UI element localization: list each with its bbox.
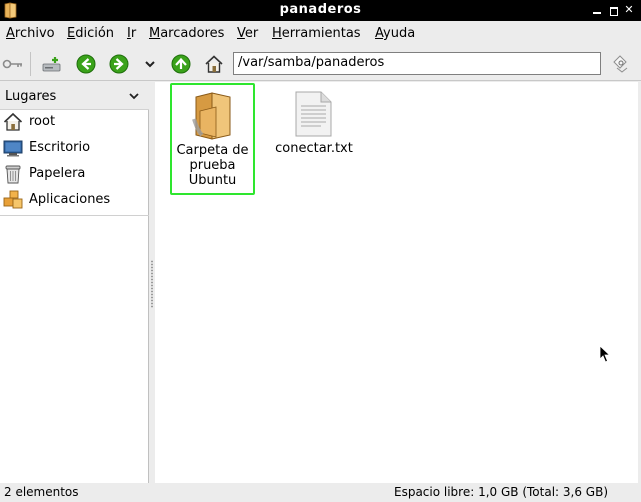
up-arrow-icon[interactable] [171,54,191,74]
home-icon[interactable] [204,54,224,74]
place-escritorio[interactable]: Escritorio [0,136,149,162]
place-papelera[interactable]: Papelera [0,162,149,188]
menu-label: rchivo [14,26,55,41]
text-file-icon [295,91,332,137]
menu-mnemonic: V [237,26,245,41]
folder-icon [192,92,231,140]
back-arrow-icon[interactable] [76,54,96,74]
forward-arrow-icon[interactable] [109,54,129,74]
title-bar[interactable]: panaderos ✕ [0,0,641,21]
status-bar: 2 elementos Espacio libre: 1,0 GB (Total… [0,483,641,502]
menu-edicion[interactable]: Edición [67,26,114,41]
place-label: Escritorio [29,140,91,155]
applications-icon [3,190,23,209]
window-title: panaderos [279,2,362,17]
close-button[interactable]: ✕ [623,4,635,16]
key-icon[interactable] [2,54,24,74]
place-aplicaciones[interactable]: Aplicaciones [0,188,149,214]
chevron-down-icon[interactable] [143,54,157,74]
chevron-down-icon[interactable] [128,90,140,102]
home-icon [3,112,23,131]
menu-label: dición [75,26,115,41]
trash-icon [5,165,21,184]
menu-mnemonic: A [6,26,15,41]
minimize-button[interactable] [591,4,603,16]
menu-mnemonic: M [149,26,161,41]
menu-label: yuda [383,26,416,41]
menu-herramientas[interactable]: Herramientas [272,26,361,41]
drive-add-icon[interactable] [42,54,62,74]
splitter-grip[interactable] [151,260,153,308]
place-label: Papelera [29,166,86,181]
place-label: Aplicaciones [29,192,111,207]
toolbar: /var/samba/panaderos [0,46,641,81]
menu-mnemonic: E [67,26,76,41]
menu-label: erramientas [281,26,361,41]
menu-label: er [244,26,259,41]
menu-ver[interactable]: Ver [237,26,258,41]
toolbar-separator [30,52,31,76]
mouse-pointer-icon [599,345,611,363]
menu-archivo[interactable]: Archivo [6,26,55,41]
menu-mnemonic: H [272,26,282,41]
menu-bar: Archivo Edición Ir Marcadores Ver Herram… [0,21,641,46]
menu-label: r [130,26,137,41]
file-view[interactable]: Carpeta de prueba Ubuntu conectar.txt [155,82,638,483]
sidebar-header[interactable]: Lugares [0,82,149,110]
menu-ir[interactable]: Ir [127,26,136,41]
sidebar: Lugares root Escritorio Papelera Aplicac… [0,82,149,483]
sidebar-title: Lugares [5,89,57,104]
file-name: Carpeta de prueba Ubuntu [176,143,249,188]
maximize-button[interactable] [607,4,619,16]
file-name: conectar.txt [275,141,353,156]
file-item-text[interactable]: conectar.txt [269,83,359,163]
place-root[interactable]: root [0,110,149,136]
status-items-count: 2 elementos [4,485,79,499]
location-input[interactable]: /var/samba/panaderos [233,52,601,75]
places-divider [0,215,149,216]
desktop-icon [3,140,23,157]
status-free-space: Espacio libre: 1,0 GB (Total: 3,6 GB) [394,485,609,499]
place-label: root [29,114,56,129]
zoom-search-icon[interactable] [610,54,634,74]
menu-mnemonic: A [375,26,384,41]
file-item-folder[interactable]: Carpeta de prueba Ubuntu [170,83,255,195]
menu-marcadores[interactable]: Marcadores [149,26,224,41]
menu-ayuda[interactable]: Ayuda [375,26,415,41]
menu-label: arcadores [160,26,225,41]
